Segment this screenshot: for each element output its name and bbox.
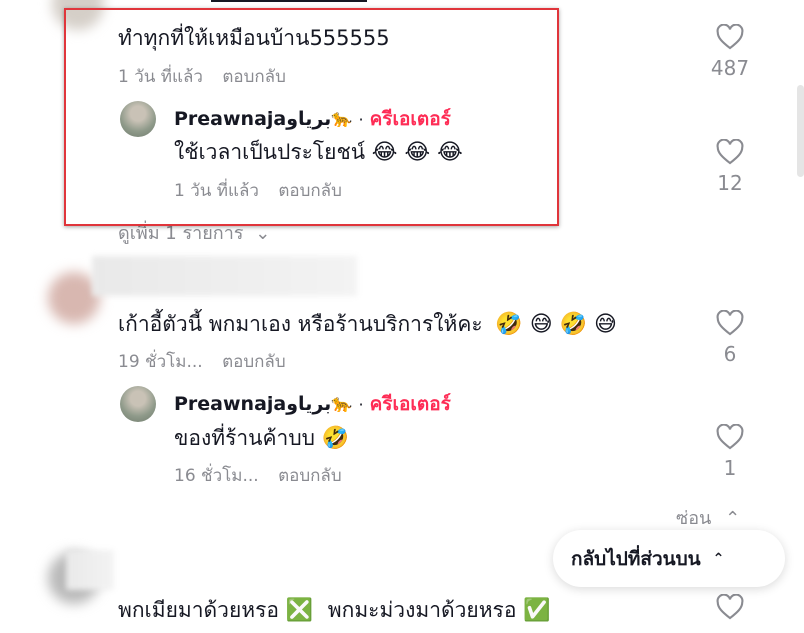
- comment-meta: 19 ชั่วโม... ตอบกลับ: [118, 348, 286, 375]
- separator: ·: [358, 394, 364, 414]
- like-button[interactable]: 487: [706, 24, 754, 80]
- heart-icon: [716, 594, 744, 620]
- cross-mark-icon: ❎: [285, 598, 314, 623]
- heart-icon: [716, 139, 744, 165]
- top-divider: [211, 0, 367, 2]
- hide-replies[interactable]: ซ่อน ⌃: [676, 503, 740, 532]
- comment-text: พกเมียมาด้วยหรอ ❎ พกมะม่วงมาด้วยหรอ ✅: [118, 594, 551, 627]
- hide-label: ซ่อน: [676, 508, 712, 529]
- heart-icon: [716, 424, 744, 450]
- comment-text: เก้าอี้ตัวนี้ พกมาเอง หรือร้านบริการให้ค…: [118, 308, 617, 341]
- reply-time: 16 ชั่วโม...: [174, 466, 259, 486]
- like-count: 1: [723, 456, 737, 480]
- creator-badge: ครีเอเตอร์: [369, 393, 451, 415]
- like-button[interactable]: [706, 594, 754, 620]
- highlight-annotation: [64, 8, 559, 226]
- comment-text-part-b: พกมะม่วงมาด้วยหรอ: [327, 598, 517, 622]
- chevron-down-icon: ⌄: [255, 223, 271, 244]
- username-redacted: [66, 550, 114, 590]
- back-to-top-button[interactable]: กลับไปที่ส่วนบน ⌃: [553, 530, 785, 587]
- back-to-top-label: กลับไปที่ส่วนบน: [571, 547, 701, 570]
- check-mark-icon: ✅: [523, 598, 551, 623]
- like-count: 12: [717, 171, 743, 195]
- reply-header: Preawnajaبرياو 🐆 · ครีเอเตอร์: [120, 386, 451, 422]
- avatar[interactable]: [120, 386, 156, 422]
- username-redacted: [92, 256, 357, 296]
- comment-text-body: เก้าอี้ตัวนี้ พกมาเอง หรือร้านบริการให้ค…: [118, 312, 483, 336]
- heart-icon: [716, 310, 744, 336]
- heart-icon: [716, 24, 744, 50]
- like-button[interactable]: 1: [706, 424, 754, 480]
- comment-text-part-a: พกเมียมาด้วยหรอ: [118, 598, 279, 622]
- comment-time: 19 ชั่วโม...: [118, 352, 203, 372]
- like-count: 487: [710, 56, 750, 80]
- laughing-emoji-icon: 🤣: [321, 426, 350, 451]
- reply-text: ของที่ร้านค้าบบ 🤣: [174, 422, 349, 455]
- like-button[interactable]: 6: [706, 310, 754, 366]
- like-button[interactable]: 12: [706, 139, 754, 195]
- laughing-emoji-icon: 🤣 😅 🤣 😅: [495, 312, 617, 337]
- reply-text-body: ของที่ร้านค้าบบ: [174, 426, 315, 450]
- reply-button[interactable]: ตอบกลับ: [278, 466, 342, 486]
- leopard-icon: 🐆: [331, 394, 353, 414]
- like-count: 6: [723, 342, 737, 366]
- scrollbar[interactable]: [797, 85, 804, 177]
- view-more-label: ดูเพิ่ม 1 รายการ: [118, 223, 244, 244]
- chevron-up-icon: ⌃: [725, 508, 741, 529]
- double-chevron-up-icon: ⌃: [712, 550, 725, 567]
- username[interactable]: Preawnajaبرياو: [174, 393, 331, 415]
- reply-button[interactable]: ตอบกลับ: [222, 352, 286, 372]
- reply-meta: 16 ชั่วโม... ตอบกลับ: [174, 462, 342, 489]
